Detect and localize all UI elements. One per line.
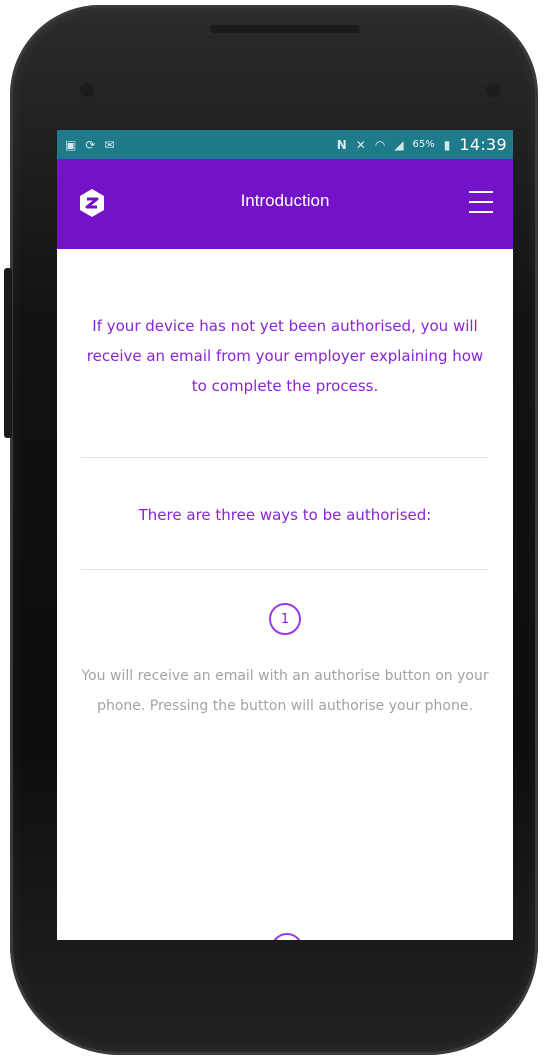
status-bar: ▣ ⟳ ✉ N ✕ ◠ ◢ 65% ▮ 14:39	[57, 130, 513, 159]
intro-text: If your device has not yet been authoris…	[86, 317, 484, 395]
front-camera	[486, 83, 500, 97]
nfc-icon: N	[336, 137, 347, 152]
divider	[81, 569, 489, 570]
step-description: You will receive an email with an author…	[81, 668, 489, 714]
earpiece	[210, 25, 360, 33]
message-icon: ✉	[104, 137, 115, 152]
page-title: Introduction	[240, 191, 330, 210]
ways-heading: There are three ways to be authorised:	[138, 506, 432, 524]
app-bar: Introduction	[57, 159, 513, 249]
phone-screen: ▣ ⟳ ✉ N ✕ ◠ ◢ 65% ▮ 14:39 Introduction I…	[57, 130, 513, 940]
sync-icon: ⟳	[85, 137, 96, 152]
battery-icon: ▮	[443, 137, 451, 152]
status-time: 14:39	[459, 135, 507, 154]
hamburger-menu-icon[interactable]	[469, 191, 493, 213]
volume-button	[4, 268, 12, 438]
gallery-icon: ▣	[65, 137, 77, 152]
mute-icon: ✕	[355, 137, 366, 152]
battery-percent: 65%	[412, 139, 435, 150]
front-sensor	[80, 83, 94, 97]
main-content: If your device has not yet been authoris…	[57, 311, 513, 721]
divider	[81, 457, 489, 458]
wifi-icon: ◠	[374, 137, 386, 152]
signal-icon: ◢	[394, 137, 404, 152]
next-step-badge	[271, 933, 303, 940]
step-number-badge: 1	[269, 603, 301, 635]
